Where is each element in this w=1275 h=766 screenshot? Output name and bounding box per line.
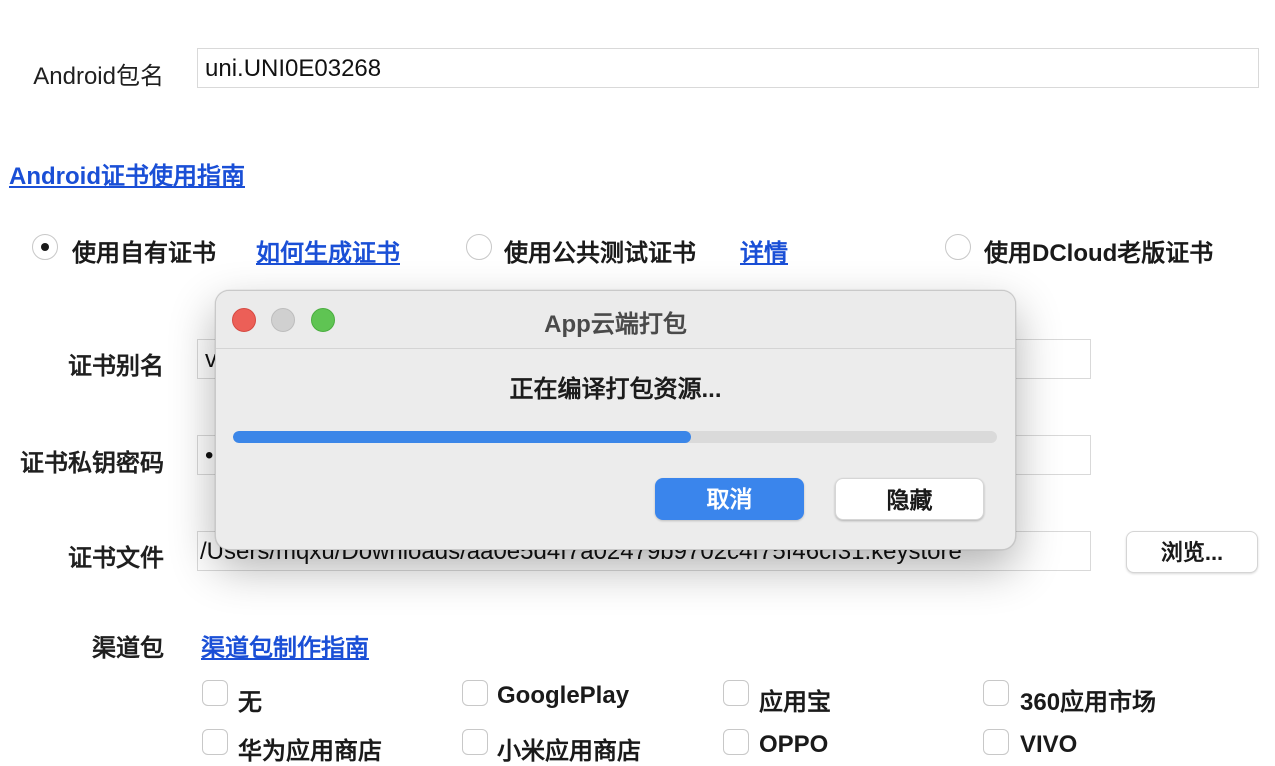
channel-checkbox-none[interactable]: [202, 680, 228, 706]
android-package-label: Android包名: [33, 63, 164, 90]
packaging-progress-bar: [233, 431, 997, 443]
channel-checkbox-xiaomi[interactable]: [462, 729, 488, 755]
channel-checkbox-oppo[interactable]: [723, 729, 749, 755]
packaging-status-text: 正在编译打包资源...: [509, 376, 722, 403]
dcloud-legacy-cert-radio[interactable]: [945, 234, 971, 260]
cancel-button[interactable]: 取消: [655, 478, 804, 520]
channel-checkbox-yingyongbao[interactable]: [723, 680, 749, 706]
cert-password-label: 证书私钥密码: [20, 450, 164, 477]
channel-label-googleplay[interactable]: GooglePlay: [497, 682, 629, 710]
android-package-field[interactable]: uni.UNI0E03268: [197, 48, 1259, 88]
cert-file-label: 证书文件: [68, 545, 164, 572]
dcloud-legacy-cert-label[interactable]: 使用DCloud老版证书: [984, 233, 1213, 268]
public-test-cert-label[interactable]: 使用公共测试证书: [504, 233, 696, 268]
channel-label-none[interactable]: 无: [238, 682, 262, 717]
dialog-titlebar: App云端打包: [216, 291, 1015, 349]
channel-checkbox-huawei[interactable]: [202, 729, 228, 755]
own-cert-label[interactable]: 使用自有证书: [72, 233, 216, 268]
cert-details-link[interactable]: 详情: [740, 233, 788, 268]
channel-label-xiaomi[interactable]: 小米应用商店: [497, 731, 641, 766]
hide-button[interactable]: 隐藏: [835, 478, 984, 520]
how-to-generate-cert-link[interactable]: 如何生成证书: [256, 233, 400, 268]
channel-checkbox-googleplay[interactable]: [462, 680, 488, 706]
channel-label-yingyongbao[interactable]: 应用宝: [759, 682, 831, 717]
android-cert-guide-link[interactable]: Android证书使用指南: [9, 156, 245, 191]
dialog-title: App云端打包: [544, 311, 687, 338]
channel-label: 渠道包: [92, 635, 164, 662]
channel-label-oppo[interactable]: OPPO: [759, 731, 828, 759]
own-cert-radio[interactable]: [32, 234, 58, 260]
channel-checkbox-vivo[interactable]: [983, 729, 1009, 755]
channel-label-vivo[interactable]: VIVO: [1020, 731, 1077, 759]
channel-checkbox-360[interactable]: [983, 680, 1009, 706]
public-test-cert-radio[interactable]: [466, 234, 492, 260]
browse-button[interactable]: 浏览...: [1126, 531, 1258, 573]
packaging-progress-fill: [233, 431, 692, 443]
cert-alias-label: 证书别名: [68, 353, 164, 380]
channel-label-360[interactable]: 360应用市场: [1020, 682, 1156, 717]
channel-guide-link[interactable]: 渠道包制作指南: [201, 628, 369, 663]
app-cloud-packaging-dialog: App云端打包 正在编译打包资源... 取消 隐藏: [215, 290, 1016, 550]
channel-label-huawei[interactable]: 华为应用商店: [238, 731, 382, 766]
